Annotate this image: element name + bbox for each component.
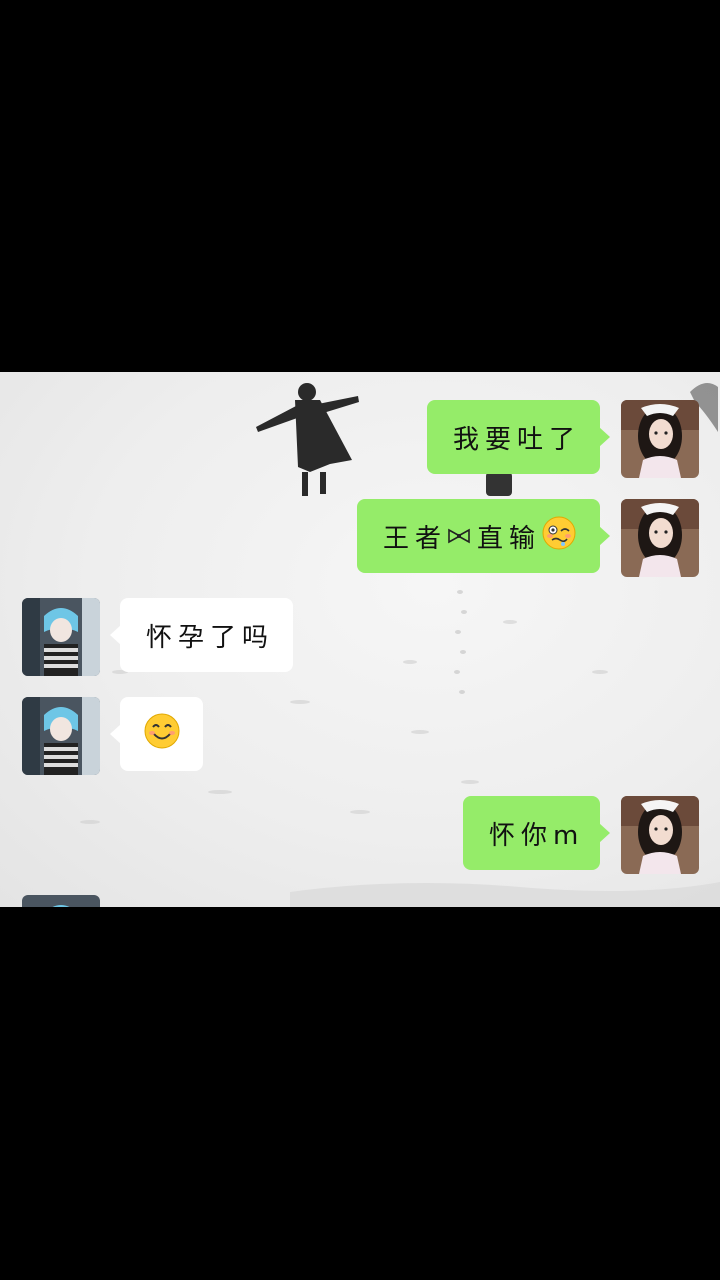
girl-avatar-image (621, 796, 699, 874)
bow-emoji-icon (447, 521, 471, 551)
bubble-tail (599, 427, 610, 447)
anime-boy-avatar-image (22, 598, 100, 676)
contact-avatar[interactable] (22, 598, 100, 676)
message-text: 我要吐了 (453, 424, 582, 455)
message-text-part: 王者 (383, 523, 448, 554)
outgoing-message-bubble[interactable]: 我要吐了 (427, 400, 610, 474)
anime-boy-avatar-image (22, 697, 100, 775)
outgoing-message-bubble[interactable]: 王者 直输 (357, 499, 610, 573)
girl-avatar-image (621, 499, 699, 577)
incoming-message-bubble[interactable]: 怀孕了吗 (110, 598, 293, 672)
self-avatar[interactable] (621, 796, 699, 874)
contact-avatar[interactable] (22, 697, 100, 775)
smiling-face-icon (143, 712, 181, 757)
bubble-tail (599, 823, 610, 843)
anime-boy-avatar-image (22, 895, 100, 907)
incoming-emoji-bubble[interactable] (110, 697, 203, 771)
contact-avatar-partial[interactable] (22, 895, 100, 907)
woozy-face-icon (541, 515, 577, 558)
bubble-tail (110, 724, 121, 744)
message-text: 怀你m (489, 820, 585, 851)
bubble-tail (599, 526, 610, 546)
self-avatar[interactable] (621, 499, 699, 577)
chat-screen: 我要吐了 王者 直输 怀孕了吗 怀你m (0, 372, 720, 907)
girl-avatar-image (621, 400, 699, 478)
bubble-tail (110, 625, 121, 645)
message-text: 怀孕了吗 (146, 622, 275, 653)
snow-background (80, 383, 720, 907)
outgoing-message-bubble[interactable]: 怀你m (463, 796, 610, 870)
self-avatar[interactable] (621, 400, 699, 478)
message-text-part: 直输 (477, 523, 542, 554)
